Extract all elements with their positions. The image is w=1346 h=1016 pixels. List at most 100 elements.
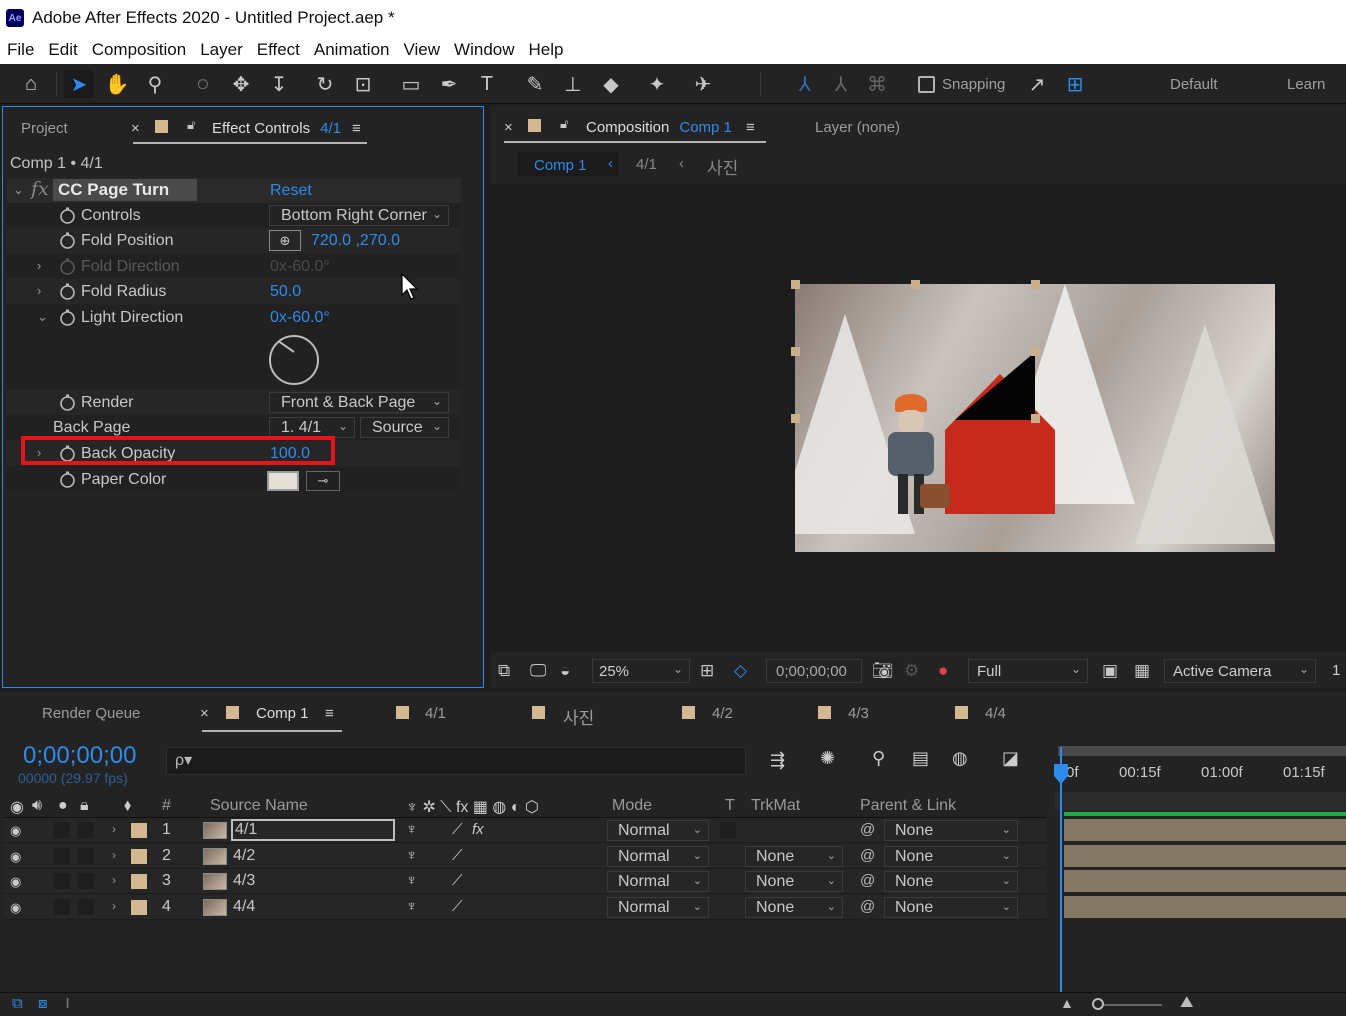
angle-dial[interactable] xyxy=(269,335,319,385)
show-snapshot-icon[interactable]: ⚙ xyxy=(904,661,919,681)
chevron-right-icon[interactable]: › xyxy=(112,873,116,887)
snapping-checkbox[interactable] xyxy=(918,76,935,93)
graph-editor-icon[interactable]: ◪ xyxy=(1002,748,1019,769)
region-of-interest-icon[interactable]: ▣ xyxy=(1102,661,1118,681)
layer-name[interactable]: 4/4 xyxy=(233,898,255,916)
resolution-dropdown[interactable]: Full ⌄ xyxy=(968,659,1088,683)
back-page-layer-dropdown[interactable]: 1. 4/1 ⌄ xyxy=(269,417,355,438)
menu-animation[interactable]: Animation xyxy=(307,40,397,60)
eye-icon[interactable]: ◉ xyxy=(10,823,21,839)
tab-layer[interactable]: Layer (none) xyxy=(815,119,900,136)
pick-whip-icon[interactable]: @ xyxy=(860,821,875,838)
pan-behind-tool-icon[interactable]: ⊡ xyxy=(348,70,378,98)
stopwatch-icon[interactable] xyxy=(59,207,76,224)
breadcrumb-precomp[interactable]: 사진 xyxy=(707,154,738,179)
parent-dropdown[interactable]: None ⌄ xyxy=(884,820,1018,841)
roto-brush-tool-icon[interactable]: ✦ xyxy=(642,70,672,98)
eyedropper-icon[interactable]: ⊸ xyxy=(306,471,340,491)
selection-tool-icon[interactable]: ➤ xyxy=(64,70,94,98)
label-swatch[interactable] xyxy=(131,849,147,864)
light-direction-value[interactable]: 0x-60.0° xyxy=(270,309,330,327)
in-out-icon[interactable]: ⧘ xyxy=(66,995,69,1012)
rotation-tool-icon[interactable]: ↻ xyxy=(310,70,340,98)
toggle-transparency-icon[interactable]: ▦ xyxy=(1134,661,1150,681)
parent-dropdown[interactable]: None ⌄ xyxy=(884,846,1018,867)
mode-dropdown[interactable]: Normal ⌄ xyxy=(607,871,709,892)
hand-tool-icon[interactable]: ✋ xyxy=(102,70,132,98)
menu-help[interactable]: Help xyxy=(522,40,571,60)
mask-visibility-icon[interactable]: ◒ xyxy=(560,661,570,681)
fit-icon[interactable]: ⊞ xyxy=(700,661,714,681)
lock-icon[interactable]: 🔓︎ xyxy=(187,117,199,132)
stopwatch-icon[interactable] xyxy=(59,471,76,488)
chevron-right-icon[interactable]: › xyxy=(37,283,41,298)
zoom-slider-thumb[interactable] xyxy=(1092,998,1104,1010)
breadcrumb-layer[interactable]: 4/1 xyxy=(636,156,657,173)
zoom-in-icon[interactable]: ⛰ xyxy=(1180,994,1193,1012)
quality-switch-icon[interactable]: ⟋ xyxy=(452,821,463,838)
work-area-bar[interactable] xyxy=(1058,746,1346,756)
close-icon[interactable]: × xyxy=(200,705,209,722)
puppet-pin-tool-icon[interactable]: ✈ xyxy=(688,70,718,98)
rectangle-tool-icon[interactable]: ▭ xyxy=(396,70,426,98)
lock-icon[interactable]: 🔒︎ xyxy=(80,797,89,815)
audio-icon[interactable]: 🔊︎ xyxy=(32,797,42,815)
pen-tool-icon[interactable]: ✒ xyxy=(434,70,464,98)
panel-menu-icon[interactable]: ≡ xyxy=(746,119,755,136)
menu-view[interactable]: View xyxy=(397,40,448,60)
fx-switch-icon[interactable]: fx xyxy=(472,821,484,838)
breadcrumb-comp[interactable]: Comp 1 xyxy=(534,157,587,174)
eye-icon[interactable]: ◉ xyxy=(10,874,21,890)
eraser-tool-icon[interactable]: ◆ xyxy=(596,70,626,98)
chevron-right-icon[interactable]: › xyxy=(112,848,116,862)
close-icon[interactable]: × xyxy=(131,120,140,137)
brush-tool-icon[interactable]: ✎ xyxy=(520,70,550,98)
layer-name[interactable]: 4/2 xyxy=(233,847,255,865)
motion-blur-icon[interactable]: ◍ xyxy=(952,748,968,769)
layer-row[interactable]: ◉ › 2 4/2 ♆ ⟋ Normal ⌄ None ⌄ @ None ⌄ xyxy=(4,844,1046,869)
clone-stamp-tool-icon[interactable]: ⊥ xyxy=(558,70,588,98)
transfer-controls-icon[interactable]: ⧇ xyxy=(38,995,48,1012)
trkmat-dropdown[interactable]: None ⌄ xyxy=(745,897,843,918)
controls-dropdown[interactable]: Bottom Right Corner ⌄ xyxy=(269,205,449,226)
local-axis-icon[interactable]: ⅄ xyxy=(790,70,820,98)
pick-whip-icon[interactable]: @ xyxy=(860,847,875,864)
type-tool-icon[interactable]: T xyxy=(472,70,502,98)
playhead-icon[interactable] xyxy=(1054,764,1068,784)
tab-4-3[interactable]: 4/3 xyxy=(848,705,869,722)
mode-dropdown[interactable]: Normal ⌄ xyxy=(607,897,709,918)
close-icon[interactable]: × xyxy=(504,119,513,136)
tab-4-2[interactable]: 4/2 xyxy=(712,705,733,722)
draft-3d-icon[interactable]: ✺ xyxy=(820,748,835,769)
parent-dropdown[interactable]: None ⌄ xyxy=(884,897,1018,918)
layer-duration-bar[interactable] xyxy=(1064,845,1346,867)
tab-precomp[interactable]: 사진 xyxy=(563,704,594,729)
layer-duration-bar[interactable] xyxy=(1064,870,1346,892)
layer-row[interactable]: ◉ › 1 4/1 ♆ ⟋ fx Normal ⌄ @ None ⌄ xyxy=(4,818,1046,843)
label-swatch[interactable] xyxy=(131,823,147,838)
chevron-right-icon[interactable]: › xyxy=(112,899,116,913)
viewer-timecode[interactable]: 0;00;00;00 xyxy=(766,659,862,683)
pick-whip-icon[interactable]: @ xyxy=(860,898,875,915)
lock-icon[interactable]: 🔓︎ xyxy=(560,116,572,131)
quality-switch-icon[interactable]: ⟋ xyxy=(452,847,463,864)
eye-icon[interactable]: ◉ xyxy=(10,900,21,916)
always-preview-icon[interactable]: ⧉ xyxy=(498,661,510,681)
mode-dropdown[interactable]: Normal ⌄ xyxy=(607,846,709,867)
layer-duration-bar[interactable] xyxy=(1064,819,1346,841)
menu-effect[interactable]: Effect xyxy=(250,40,307,60)
transparency-grid-icon[interactable]: ◇ xyxy=(734,661,747,681)
home-icon[interactable]: ⌂ xyxy=(16,70,46,98)
chevron-down-icon[interactable]: ⌄ xyxy=(13,182,24,198)
shy-switch-icon[interactable]: ♆ xyxy=(406,821,417,838)
label-swatch[interactable] xyxy=(131,900,147,915)
snapping-options-icon[interactable]: ↗ xyxy=(1022,70,1052,98)
layer-name[interactable]: 4/1 xyxy=(231,819,395,841)
layer-search-input[interactable]: ρ▾ xyxy=(166,747,746,775)
paper-color-swatch[interactable] xyxy=(267,471,299,491)
current-time-indicator[interactable] xyxy=(1060,747,1062,997)
video-eye-icon[interactable]: ◉ xyxy=(10,797,24,817)
label-tag-icon[interactable]: ⬧ xyxy=(124,797,131,815)
layer-row[interactable]: ◉ › 3 4/3 ♆ ⟋ Normal ⌄ None ⌄ @ None ⌄ xyxy=(4,869,1046,894)
camera-dropdown[interactable]: Active Camera ⌄ xyxy=(1164,659,1316,683)
